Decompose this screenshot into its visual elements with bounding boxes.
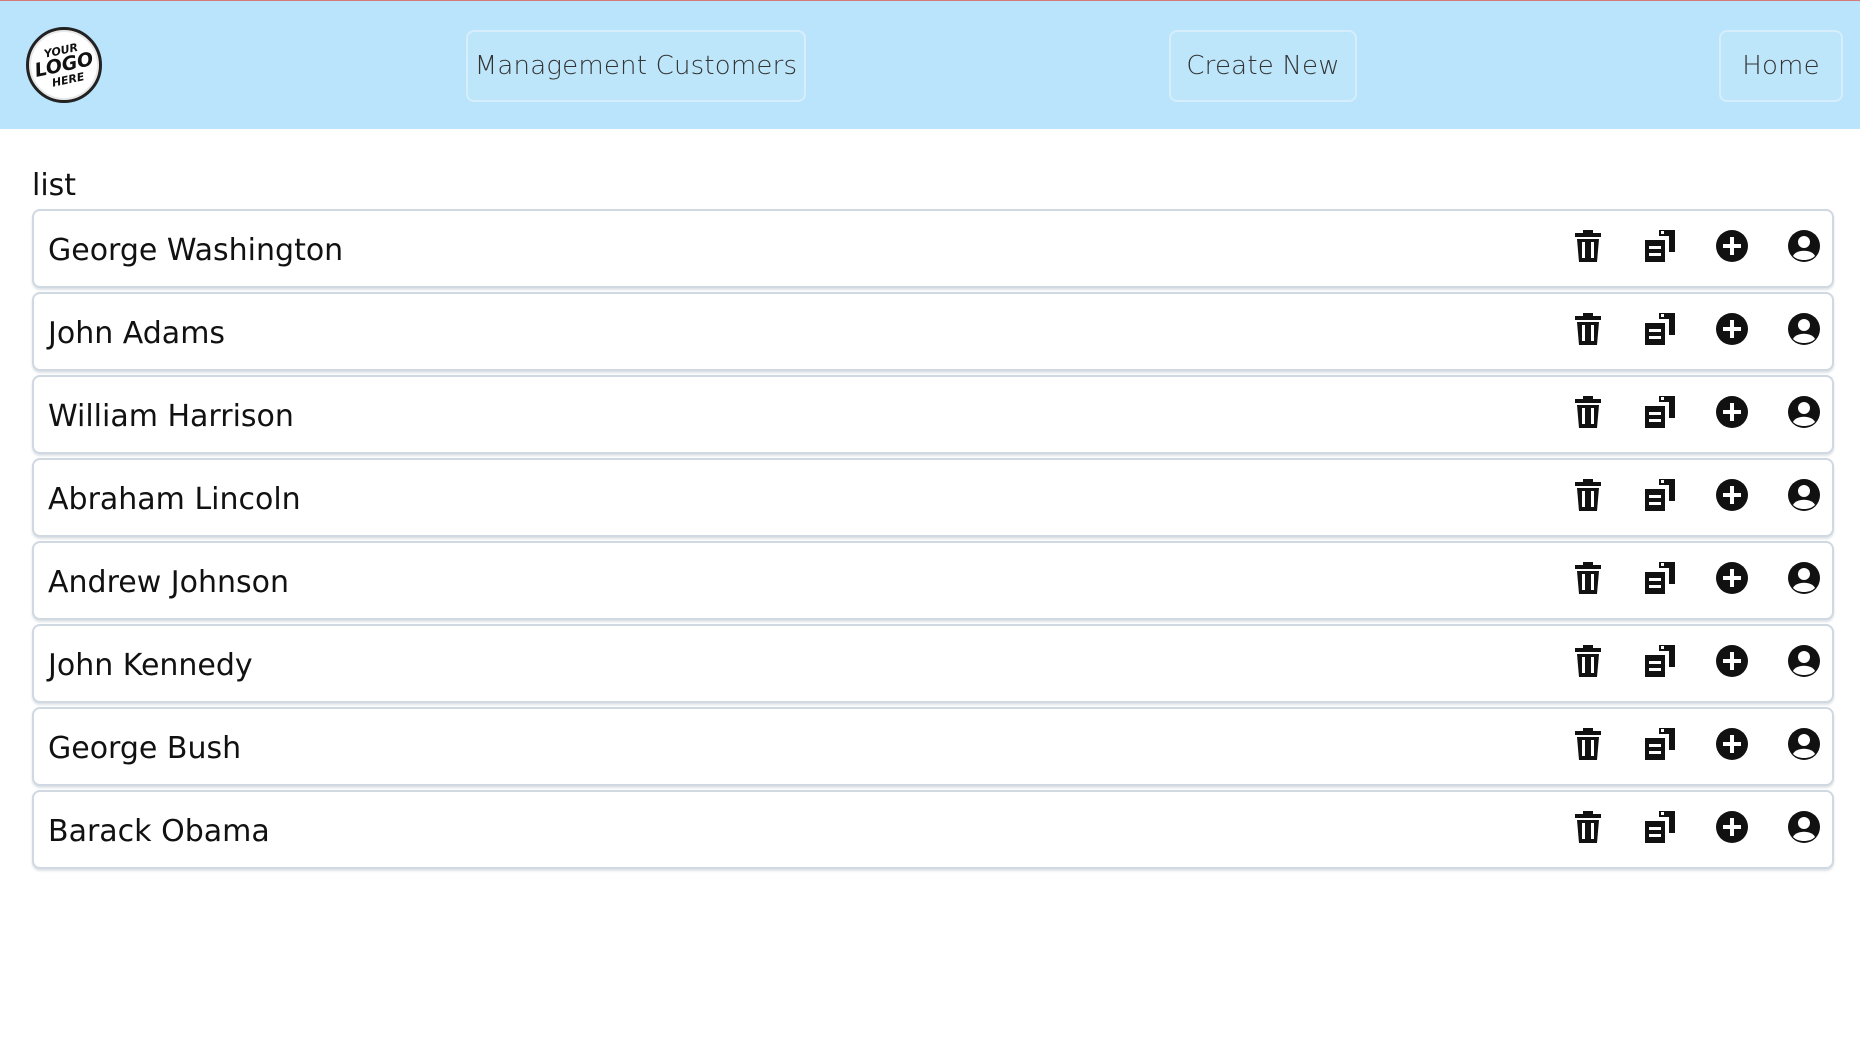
customer-name: William Harrison — [48, 399, 294, 434]
plus-circle-icon — [1716, 562, 1748, 594]
customer-name: Abraham Lincoln — [48, 482, 301, 517]
list-item: George Washington — [32, 209, 1834, 288]
profile-button[interactable] — [1786, 392, 1822, 432]
customer-name: Barack Obama — [48, 814, 270, 849]
profile-button[interactable] — [1786, 807, 1822, 847]
copy-button[interactable] — [1642, 309, 1678, 349]
customer-name: John Kennedy — [48, 648, 253, 683]
copy-icon — [1645, 479, 1675, 511]
add-button[interactable] — [1714, 807, 1750, 847]
profile-button[interactable] — [1786, 641, 1822, 681]
profile-button[interactable] — [1786, 226, 1822, 266]
user-circle-icon — [1788, 230, 1820, 262]
user-circle-icon — [1788, 313, 1820, 345]
copy-button[interactable] — [1642, 392, 1678, 432]
list-item: Andrew Johnson — [32, 541, 1834, 620]
user-circle-icon — [1788, 479, 1820, 511]
user-circle-icon — [1788, 811, 1820, 843]
copy-button[interactable] — [1642, 807, 1678, 847]
customer-name: George Washington — [48, 233, 344, 268]
user-circle-icon — [1788, 396, 1820, 428]
logo[interactable]: YOUR LOGO HERE — [26, 27, 102, 103]
add-button[interactable] — [1714, 392, 1750, 432]
plus-circle-icon — [1716, 230, 1748, 262]
trash-icon — [1575, 645, 1601, 677]
copy-icon — [1645, 645, 1675, 677]
copy-button[interactable] — [1642, 641, 1678, 681]
profile-button[interactable] — [1786, 558, 1822, 598]
add-button[interactable] — [1714, 475, 1750, 515]
list-item: George Bush — [32, 707, 1834, 786]
add-button[interactable] — [1714, 641, 1750, 681]
plus-circle-icon — [1716, 479, 1748, 511]
plus-circle-icon — [1716, 811, 1748, 843]
delete-button[interactable] — [1570, 558, 1606, 598]
profile-button[interactable] — [1786, 724, 1822, 764]
list-title: list — [32, 168, 77, 203]
delete-button[interactable] — [1570, 226, 1606, 266]
trash-icon — [1575, 479, 1601, 511]
user-circle-icon — [1788, 645, 1820, 677]
delete-button[interactable] — [1570, 475, 1606, 515]
delete-button[interactable] — [1570, 724, 1606, 764]
list-item: William Harrison — [32, 375, 1834, 454]
plus-circle-icon — [1716, 645, 1748, 677]
list-item: John Kennedy — [32, 624, 1834, 703]
add-button[interactable] — [1714, 724, 1750, 764]
trash-icon — [1575, 562, 1601, 594]
create-new-button[interactable]: Create New — [1169, 30, 1357, 102]
copy-button[interactable] — [1642, 475, 1678, 515]
delete-button[interactable] — [1570, 641, 1606, 681]
customer-name: George Bush — [48, 731, 242, 766]
list-item: Barack Obama — [32, 790, 1834, 869]
copy-button[interactable] — [1642, 226, 1678, 266]
logo-icon: YOUR LOGO HERE — [33, 41, 96, 90]
delete-button[interactable] — [1570, 392, 1606, 432]
copy-button[interactable] — [1642, 558, 1678, 598]
customer-name: John Adams — [48, 316, 226, 351]
user-circle-icon — [1788, 728, 1820, 760]
copy-icon — [1645, 728, 1675, 760]
plus-circle-icon — [1716, 313, 1748, 345]
customer-list: George Washington John Adams William Har… — [32, 209, 1834, 873]
profile-button[interactable] — [1786, 309, 1822, 349]
copy-icon — [1645, 811, 1675, 843]
top-navbar: YOUR LOGO HERE Management Customers Crea… — [0, 0, 1860, 129]
trash-icon — [1575, 230, 1601, 262]
list-item: Abraham Lincoln — [32, 458, 1834, 537]
add-button[interactable] — [1714, 309, 1750, 349]
management-customers-button[interactable]: Management Customers — [466, 30, 806, 102]
copy-icon — [1645, 562, 1675, 594]
copy-icon — [1645, 396, 1675, 428]
add-button[interactable] — [1714, 226, 1750, 266]
trash-icon — [1575, 396, 1601, 428]
copy-icon — [1645, 313, 1675, 345]
plus-circle-icon — [1716, 396, 1748, 428]
trash-icon — [1575, 728, 1601, 760]
trash-icon — [1575, 313, 1601, 345]
copy-icon — [1645, 230, 1675, 262]
list-item: John Adams — [32, 292, 1834, 371]
delete-button[interactable] — [1570, 309, 1606, 349]
profile-button[interactable] — [1786, 475, 1822, 515]
plus-circle-icon — [1716, 728, 1748, 760]
customer-name: Andrew Johnson — [48, 565, 290, 600]
delete-button[interactable] — [1570, 807, 1606, 847]
user-circle-icon — [1788, 562, 1820, 594]
add-button[interactable] — [1714, 558, 1750, 598]
trash-icon — [1575, 811, 1601, 843]
copy-button[interactable] — [1642, 724, 1678, 764]
home-button[interactable]: Home — [1719, 30, 1843, 102]
